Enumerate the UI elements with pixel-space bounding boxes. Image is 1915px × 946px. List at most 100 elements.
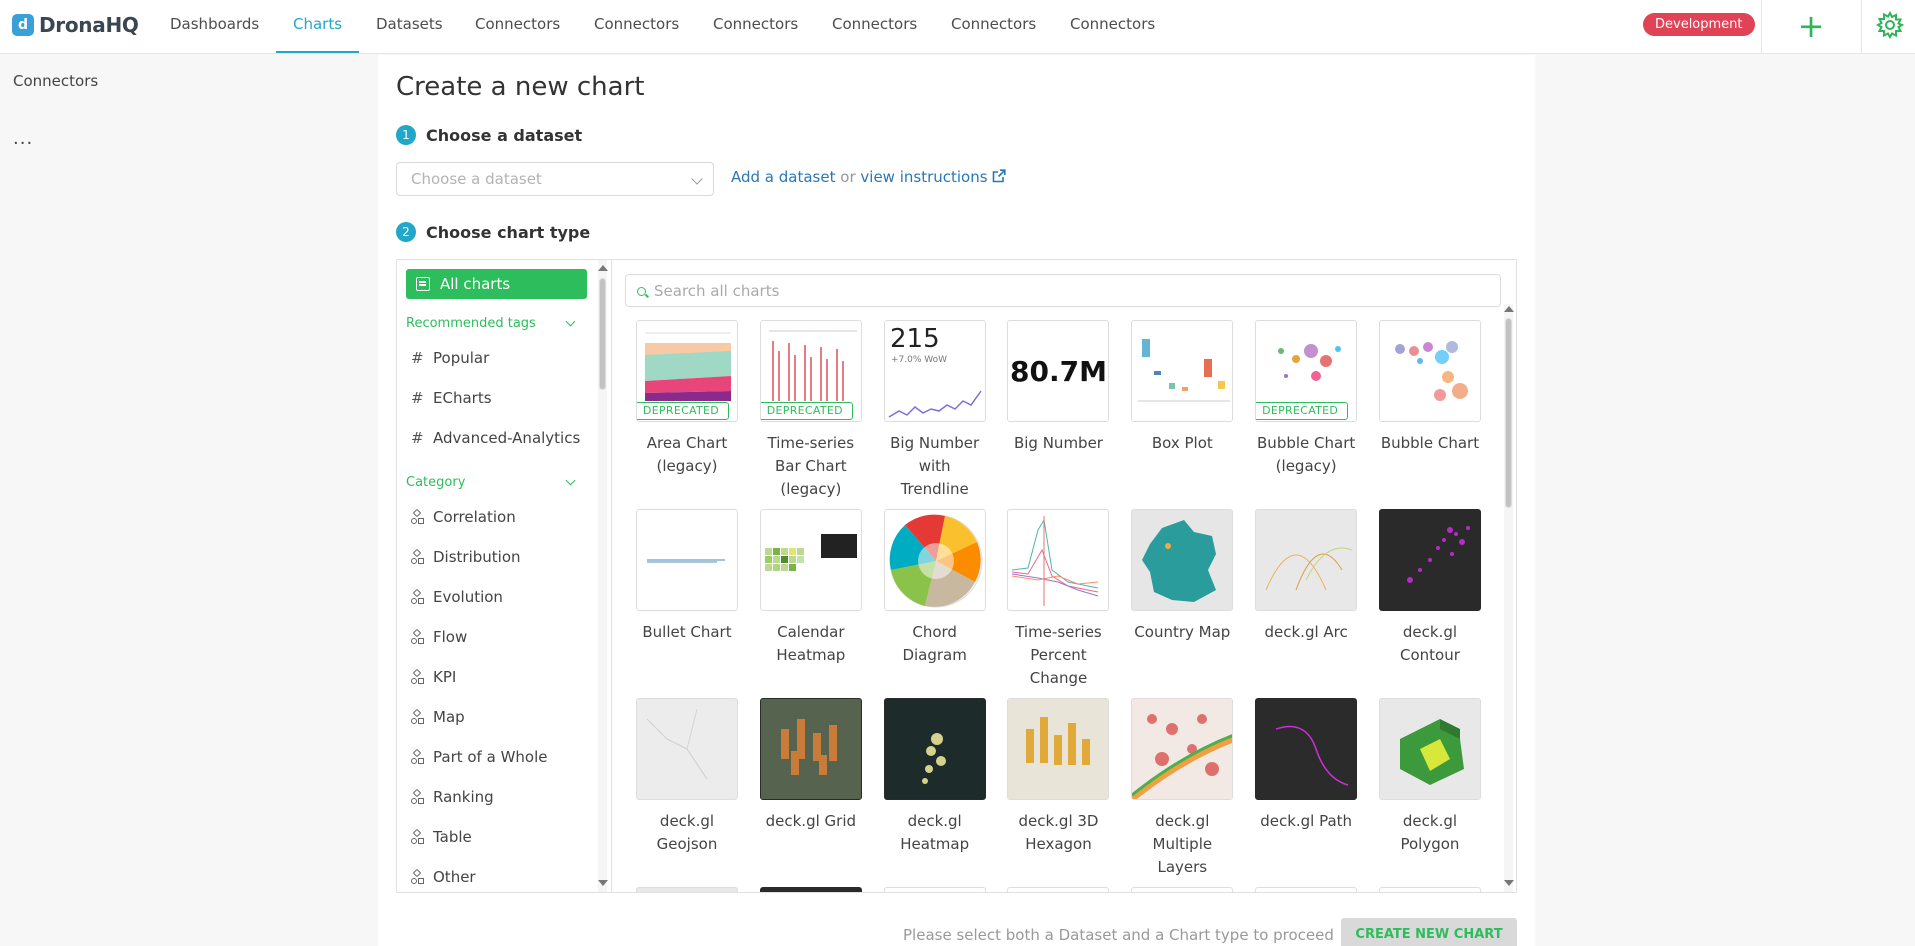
chart-thumbnail[interactable] — [1378, 887, 1481, 892]
chart-card[interactable]: Box Plot — [1130, 320, 1234, 455]
chart-card[interactable]: deck.gl Heatmap — [883, 698, 987, 856]
chart-thumbnail[interactable]: 80.7M — [1007, 320, 1110, 422]
chart-thumbnail[interactable] — [883, 698, 986, 801]
scroll-down-icon[interactable] — [598, 880, 608, 886]
chart-card[interactable]: DEPRECATED Time-series Bar Chart (legacy) — [759, 320, 863, 501]
nav-connectors-4[interactable]: Connectors — [832, 15, 917, 33]
category-kpi[interactable]: KPI — [411, 657, 591, 697]
chart-card[interactable]: deck.gl Contour — [1378, 509, 1482, 667]
category-other[interactable]: Other — [411, 857, 591, 892]
more-options-icon[interactable]: ... — [13, 128, 33, 149]
chart-card[interactable]: 80.7M Big Number — [1006, 320, 1110, 455]
category-table[interactable]: Table — [411, 817, 591, 857]
chart-card[interactable]: deck.gl Multiple Layers — [1130, 698, 1234, 879]
chart-card[interactable]: Time-series Percent Change — [1006, 509, 1110, 690]
scrollbar-thumb[interactable] — [599, 278, 606, 390]
nav-connectors-3[interactable]: Connectors — [713, 15, 798, 33]
category-heading[interactable]: Category — [406, 475, 578, 490]
category-evolution[interactable]: Evolution — [411, 577, 591, 617]
recommended-tags-heading[interactable]: Recommended tags — [406, 316, 578, 331]
scrollbar-thumb[interactable] — [1505, 318, 1512, 508]
nav-connectors-6[interactable]: Connectors — [1070, 15, 1155, 33]
chart-card[interactable]: Country Map — [1130, 509, 1234, 644]
chart-card[interactable] — [759, 887, 863, 892]
chart-card[interactable]: deck.gl Path — [1254, 698, 1358, 833]
chart-thumbnail[interactable] — [759, 698, 862, 801]
chart-thumbnail[interactable] — [1131, 509, 1234, 612]
chart-thumbnail[interactable] — [1255, 887, 1358, 892]
category-ranking[interactable]: Ranking — [411, 777, 591, 817]
search-charts-field[interactable] — [625, 274, 1501, 307]
category-flow[interactable]: Flow — [411, 617, 591, 657]
chart-thumbnail[interactable] — [1007, 698, 1110, 801]
chart-thumbnail[interactable] — [1131, 887, 1234, 892]
nav-datasets[interactable]: Datasets — [376, 15, 443, 33]
chart-thumbnail[interactable] — [1378, 320, 1481, 422]
chart-thumbnail[interactable] — [883, 887, 986, 892]
chart-card[interactable]: Bubble Chart — [1378, 320, 1482, 455]
chart-thumbnail[interactable] — [636, 509, 738, 612]
filter-scrollbar[interactable] — [598, 260, 608, 892]
chart-card[interactable]: DEPRECATED Bubble Chart (legacy) — [1254, 320, 1358, 478]
all-charts-button[interactable]: All charts — [406, 269, 587, 299]
scroll-up-icon[interactable] — [598, 265, 608, 271]
chart-thumbnail[interactable] — [1007, 509, 1110, 612]
chart-thumbnail[interactable] — [1255, 509, 1358, 612]
chart-card[interactable]: deck.gl Polygon — [1378, 698, 1482, 856]
chart-thumbnail[interactable] — [1255, 698, 1358, 801]
chart-card[interactable] — [1006, 887, 1110, 892]
chart-grid-scrollbar[interactable] — [1504, 304, 1514, 892]
chart-card[interactable] — [883, 887, 987, 892]
chart-card[interactable]: Chord Diagram — [883, 509, 987, 667]
tag-advanced-analytics[interactable]: # Advanced-Analytics — [411, 418, 591, 458]
chart-thumbnail[interactable]: 215 +7.0% WoW — [883, 320, 986, 422]
nav-connectors-2[interactable]: Connectors — [594, 15, 679, 33]
gear-icon[interactable] — [1875, 10, 1905, 40]
chart-card[interactable]: deck.gl 3D Hexagon — [1006, 698, 1110, 856]
chart-thumbnail[interactable] — [636, 698, 738, 801]
chart-card[interactable]: Bullet Chart — [635, 509, 739, 644]
category-correlation[interactable]: Correlation — [411, 497, 591, 537]
category-map[interactable]: Map — [411, 697, 591, 737]
chart-thumbnail[interactable]: DEPRECATED — [759, 320, 862, 422]
chart-card[interactable]: DEPRECATED Area Chart (legacy) — [635, 320, 739, 478]
chart-card[interactable] — [1130, 887, 1234, 892]
environment-badge[interactable]: Development — [1643, 13, 1755, 36]
chart-card[interactable]: 215 +7.0% WoW Big Number with Trendline — [883, 320, 987, 501]
plus-icon[interactable]: + — [1795, 8, 1827, 44]
chart-card[interactable]: Calendar Heatmap — [759, 509, 863, 667]
chart-card[interactable] — [1254, 887, 1358, 892]
chart-thumbnail[interactable]: DEPRECATED — [636, 320, 738, 422]
external-link-icon[interactable] — [992, 168, 1006, 186]
chart-thumbnail[interactable] — [1378, 509, 1481, 612]
nav-dashboards[interactable]: Dashboards — [170, 15, 259, 33]
scroll-down-icon[interactable] — [1504, 880, 1514, 886]
create-new-chart-button[interactable]: CREATE NEW CHART — [1341, 918, 1517, 946]
chart-thumbnail[interactable] — [1378, 698, 1481, 801]
nav-charts[interactable]: Charts — [293, 15, 342, 33]
tag-popular[interactable]: # Popular — [411, 338, 591, 378]
chart-card[interactable] — [1378, 887, 1482, 892]
chart-thumbnail[interactable] — [759, 887, 862, 892]
scroll-up-icon[interactable] — [1504, 306, 1514, 312]
nav-connectors-1[interactable]: Connectors — [475, 15, 560, 33]
nav-connectors-5[interactable]: Connectors — [951, 15, 1036, 33]
view-instructions-link[interactable]: view instructions — [860, 168, 987, 186]
chart-thumbnail[interactable] — [636, 887, 738, 892]
category-distribution[interactable]: Distribution — [411, 537, 591, 577]
chart-thumbnail[interactable] — [1131, 320, 1234, 422]
search-charts-input[interactable] — [654, 275, 1474, 306]
chart-thumbnail[interactable]: DEPRECATED — [1255, 320, 1358, 422]
chart-thumbnail[interactable] — [883, 509, 986, 612]
left-sidebar-title[interactable]: Connectors — [13, 72, 98, 90]
logo[interactable]: d DronaHQ — [12, 13, 139, 37]
chart-card[interactable]: deck.gl Arc — [1254, 509, 1358, 644]
chart-thumbnail[interactable] — [1007, 887, 1110, 892]
chart-card[interactable]: deck.gl Geojson — [635, 698, 739, 856]
chart-card[interactable] — [635, 887, 739, 892]
chart-thumbnail[interactable] — [1131, 698, 1234, 801]
chart-card[interactable]: deck.gl Grid — [759, 698, 863, 833]
tag-echarts[interactable]: # ECharts — [411, 378, 591, 418]
dataset-select[interactable]: Choose a dataset — [396, 162, 714, 196]
chart-thumbnail[interactable] — [759, 509, 862, 612]
